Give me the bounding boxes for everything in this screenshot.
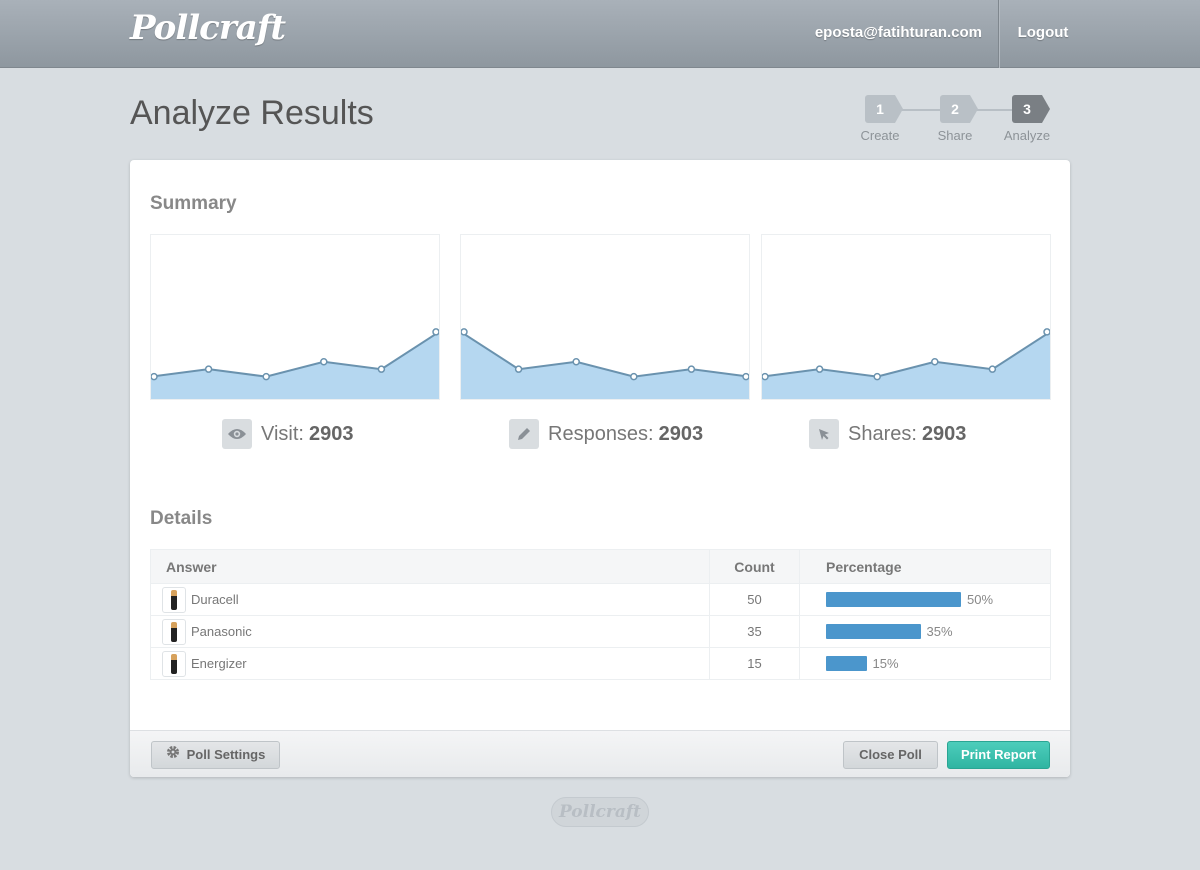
chart-area [461,331,749,399]
answer-label: Energizer [191,656,247,671]
step-label: Create [860,128,900,143]
app-logo[interactable]: Pollcraft [130,8,286,48]
gear-icon [166,742,180,768]
step-label: Share [937,128,973,143]
summary-title: Summary [150,193,237,214]
chart-point [815,365,824,373]
poll-settings-button[interactable]: Poll Settings [151,741,280,769]
answer-cell: Energizer [151,648,710,679]
percentage-label: 50% [967,592,994,607]
chart-point [762,372,769,381]
answer-label: Panasonic [191,624,252,639]
chart-point [873,372,881,381]
percentage-cell: 15% [800,648,1050,679]
logout-button[interactable]: Logout [1000,0,1086,68]
poll-settings-label: Poll Settings [186,747,266,762]
table-header: Answer Count Percentage [151,550,1050,583]
chart-point [630,372,638,381]
chart-point [461,328,468,336]
wizard-steps: 1 Create 2 Share 3 Analyze [850,95,1060,145]
page-title: Analyze Results [130,94,374,132]
percentage-cell: 50% [800,584,1050,615]
battery-thumbnail [162,650,186,677]
table-row: Duracell 50 50% [151,583,1050,615]
step-number: 3 [1012,95,1050,123]
chart-point [151,372,158,381]
chart-point [432,328,439,336]
pencil-icon [509,419,539,449]
chart-point [742,372,749,381]
answer-label: Duracell [191,592,239,607]
chart-point [687,365,696,373]
shares-chart-svg [762,328,1050,399]
footer-logo[interactable]: Pollcraft [551,797,649,827]
answer-cell: Panasonic [151,616,710,647]
results-card: Summary Visit: 2903 Responses: 2903 Shar… [130,160,1070,777]
percentage-cell: 35% [800,616,1050,647]
stat-value: 2903 [658,422,704,445]
user-email[interactable]: eposta@fatihturan.com [815,24,982,41]
chart-area [762,331,1050,399]
chart-point [988,365,997,373]
step-create[interactable]: 1 Create [850,95,910,143]
step-number: 2 [940,95,978,123]
chart-point [377,365,386,373]
percentage-label: 35% [926,624,953,639]
battery-icon [171,653,177,674]
cursor-icon [809,419,839,449]
print-report-button[interactable]: Print Report [947,741,1050,769]
battery-thumbnail [162,618,186,645]
chart-point [931,357,939,366]
chart-point [262,372,270,381]
visits-chart-svg [151,328,439,399]
stat-label: Shares: [848,422,917,445]
details-table: Answer Count Percentage Duracell 50 50% … [150,549,1051,680]
eye-icon [222,419,252,449]
percentage-bar [826,624,921,639]
visits-chart [150,234,440,400]
stat-visit: Visit: 2903 [222,418,353,450]
percentage-bar [826,592,961,607]
stat-label: Responses: [548,422,654,445]
stat-value: 2903 [921,422,967,445]
stat-value: 2903 [308,422,354,445]
battery-icon [171,589,177,610]
column-header-percentage[interactable]: Percentage [800,550,1050,583]
chart-point [572,357,580,366]
responses-chart [460,234,750,400]
column-header-count[interactable]: Count [710,550,800,583]
shares-chart [761,234,1051,400]
chart-point [320,357,328,366]
chart-point [514,365,523,373]
step-label: Analyze [1003,128,1051,143]
top-bar: Pollcraft eposta@fatihturan.com Logout [0,0,1200,68]
card-footer: Poll Settings Close Poll Print Report [130,730,1070,777]
answer-cell: Duracell [151,584,710,615]
chart-point [1043,328,1050,336]
responses-chart-svg [461,328,749,399]
stat-label: Visit: [261,422,304,445]
chart-area [151,331,439,399]
count-cell: 50 [710,584,800,615]
stat-responses: Responses: 2903 [509,418,703,450]
table-row: Energizer 15 15% [151,647,1050,679]
close-poll-button[interactable]: Close Poll [843,741,938,769]
details-title: Details [150,508,213,529]
percentage-bar [826,656,867,671]
table-row: Panasonic 35 35% [151,615,1050,647]
step-share[interactable]: 2 Share [925,95,985,143]
battery-thumbnail [162,586,186,613]
column-header-answer[interactable]: Answer [151,550,710,583]
count-cell: 35 [710,616,800,647]
step-number: 1 [865,95,903,123]
step-analyze[interactable]: 3 Analyze [997,95,1057,143]
battery-icon [171,621,177,642]
stat-shares: Shares: 2903 [809,418,966,450]
percentage-label: 15% [872,656,899,671]
count-cell: 15 [710,648,800,679]
chart-point [204,365,213,373]
